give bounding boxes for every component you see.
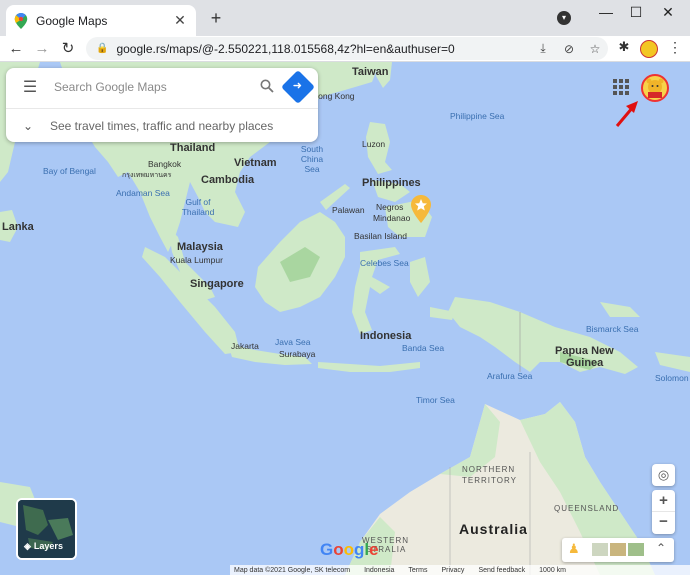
tab-search-icon[interactable]: ▾ <box>557 11 571 25</box>
search-row: ☰ ➜ <box>6 68 318 106</box>
map-data-attribution: Map data ©2021 Google, SK telecom <box>234 566 351 574</box>
forward-icon[interactable]: → <box>32 39 52 59</box>
visayas-islands <box>372 180 410 202</box>
google-apps-icon[interactable] <box>612 78 630 96</box>
imagery-thumb-2[interactable] <box>610 543 626 556</box>
travel-times-hint: See travel times, traffic and nearby pla… <box>50 118 274 133</box>
taiwan-island <box>376 62 392 88</box>
bookmark-star-icon[interactable]: ☆ <box>582 42 608 56</box>
search-input[interactable] <box>54 80 252 94</box>
my-location-icon: ◎ <box>657 467 670 482</box>
footer-terms-link[interactable]: Terms <box>408 567 427 574</box>
sumatra-island <box>142 247 240 354</box>
footer-scale[interactable]: 1000 km <box>539 567 566 574</box>
footer-send-feedback-link[interactable]: Send feedback <box>478 567 525 574</box>
zoom-out-button[interactable]: − <box>652 512 675 534</box>
google-logo: Google <box>320 540 379 559</box>
close-window-icon[interactable]: ✕ <box>658 4 678 21</box>
sri-lanka <box>0 210 18 242</box>
layers-label: ◈ Layers <box>24 541 63 552</box>
directions-button[interactable]: ➜ <box>281 70 315 104</box>
footer-privacy-link[interactable]: Privacy <box>441 567 464 574</box>
travel-times-row[interactable]: ⌄ See travel times, traffic and nearby p… <box>6 108 318 142</box>
street-view-imagery-bar: ♟ ⌃ <box>562 538 674 562</box>
reload-icon[interactable]: ↻ <box>58 39 78 59</box>
tracking-off-icon[interactable]: ⊘ <box>556 42 582 56</box>
my-location-button[interactable]: ◎ <box>652 464 675 486</box>
tab-title: Google Maps <box>36 13 108 28</box>
chevron-down-icon[interactable]: ⌄ <box>6 119 50 133</box>
google-maps-favicon-icon <box>14 12 28 29</box>
browser-profile-avatar[interactable] <box>640 40 658 58</box>
palawan-island <box>320 184 350 210</box>
zoom-controls: + − <box>652 490 675 534</box>
zoom-in-button[interactable]: + <box>652 490 675 512</box>
lesser-sunda-islands <box>318 362 420 372</box>
sulawesi-island <box>352 247 400 334</box>
starred-place-pin-icon[interactable] <box>411 195 431 223</box>
browser-tab[interactable]: Google Maps ✕ <box>6 5 196 36</box>
search-panel: ☰ ➜ ⌄ See travel times, traffic and near… <box>6 68 318 142</box>
pegman-icon[interactable]: ♟ <box>568 541 580 557</box>
browser-toolbar: ← → ↻ 🔒 google.rs/maps/@-2.550221,118.01… <box>0 36 690 62</box>
map-footer: Map data ©2021 Google, SK telecom Indone… <box>230 565 690 575</box>
extensions-puzzle-icon[interactable]: ✱ <box>614 39 634 55</box>
minimize-icon[interactable]: — <box>596 4 616 20</box>
back-icon[interactable]: ← <box>6 39 26 59</box>
expand-chevron-icon[interactable]: ⌃ <box>656 541 666 555</box>
account-avatar[interactable] <box>641 74 669 102</box>
pooh-avatar-icon <box>646 78 664 98</box>
imagery-thumb-3[interactable] <box>628 543 644 556</box>
menu-hamburger-icon[interactable]: ☰ <box>6 77 54 97</box>
maximize-icon[interactable]: ☐ <box>626 4 646 21</box>
directions-arrow-icon: ➜ <box>292 80 302 93</box>
footer-indonesia[interactable]: Indonesia <box>364 567 394 574</box>
tab-close-icon[interactable]: ✕ <box>172 12 188 29</box>
browser-titlebar: Google Maps ✕ + ▾ — ☐ ✕ <box>0 0 690 36</box>
layers-button[interactable]: ◈ Layers <box>16 498 77 560</box>
new-tab-icon[interactable]: + <box>206 8 226 29</box>
browser-menu-icon[interactable]: ⋮ <box>668 39 682 56</box>
layers-stack-icon: ◈ <box>24 541 31 551</box>
layers-label-text: Layers <box>33 541 63 551</box>
luzon-island <box>366 122 392 174</box>
red-arrow-annotation-icon <box>615 101 638 127</box>
java-island <box>228 344 312 365</box>
lock-icon[interactable]: 🔒 <box>96 43 108 54</box>
address-bar[interactable]: 🔒 google.rs/maps/@-2.550221,118.015568,4… <box>86 37 608 60</box>
install-app-icon[interactable]: ⤓ <box>530 41 556 56</box>
url-text[interactable]: google.rs/maps/@-2.550221,118.015568,4z?… <box>116 42 530 56</box>
imagery-thumb-1[interactable] <box>592 543 608 556</box>
search-icon[interactable] <box>252 79 282 96</box>
